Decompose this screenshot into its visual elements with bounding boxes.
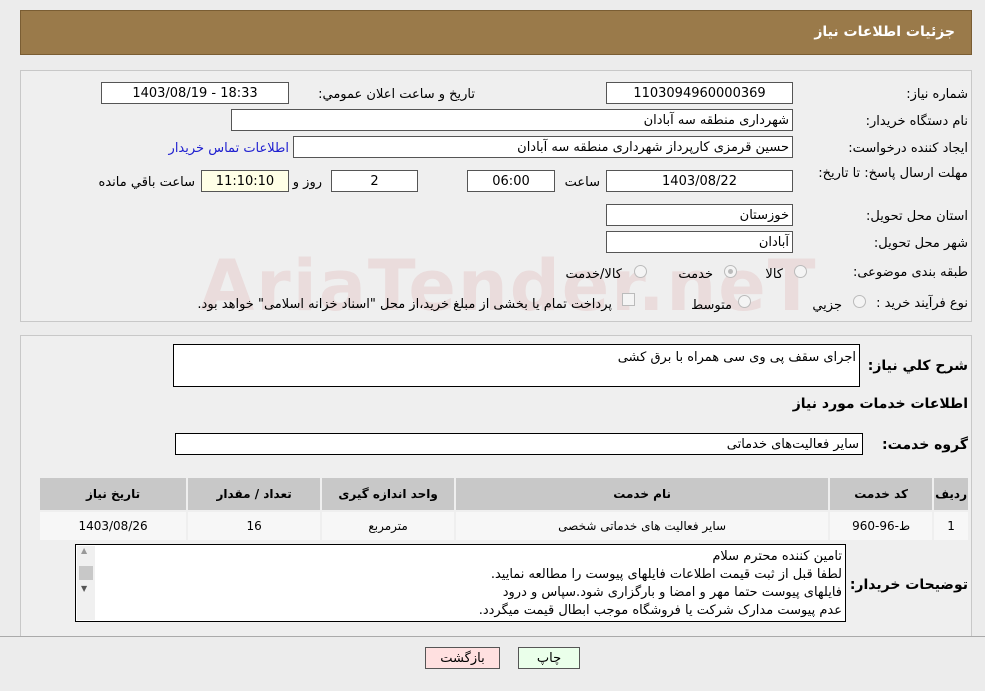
service-group-label: گروه خدمت: bbox=[882, 437, 968, 453]
col-unit: واحد اندازه گیری bbox=[320, 476, 457, 512]
process-radio-partial[interactable] bbox=[853, 295, 866, 308]
time-label: ساعت bbox=[564, 175, 600, 190]
process-radio-medium[interactable] bbox=[738, 295, 751, 308]
buyer-org-field: شهرداری منطقه سه آبادان bbox=[231, 109, 793, 131]
col-need-date: تاریخ نیاز bbox=[37, 476, 189, 512]
category-option-goods-service: کالا/خدمت bbox=[565, 267, 622, 282]
announce-label: تاریخ و ساعت اعلان عمومي: bbox=[318, 87, 475, 102]
cell-service-code: ط-96-960 bbox=[828, 510, 935, 542]
watermark-logo: AriaTender.neT bbox=[200, 245, 818, 327]
back-button[interactable]: بازگشت bbox=[425, 647, 500, 669]
scroll-up-icon[interactable]: ▲ bbox=[81, 546, 87, 555]
cell-quantity: 16 bbox=[186, 510, 323, 542]
need-number-label: شماره نیاز: bbox=[906, 87, 968, 102]
days-field: 2 bbox=[331, 170, 418, 192]
page-title: جزئیات اطلاعات نیاز bbox=[814, 24, 955, 40]
col-row-number: ردیف bbox=[932, 476, 970, 512]
city-label: شهر محل تحویل: bbox=[873, 236, 968, 251]
buyer-contact-link[interactable]: اطلاعات تماس خریدار bbox=[169, 141, 289, 156]
deadline-label: مهلت ارسال پاسخ: تا تاریخ: bbox=[818, 166, 968, 181]
process-note: پرداخت تمام یا بخشی از مبلغ خرید،از محل … bbox=[197, 297, 612, 312]
divider bbox=[0, 636, 985, 637]
province-field: خوزستان bbox=[606, 204, 793, 226]
announce-field: 1403/08/19 - 18:33 bbox=[101, 82, 289, 104]
services-table: ردیف کد خدمت نام خدمت واحد اندازه گیری ت… bbox=[37, 476, 970, 542]
cell-unit: مترمربع bbox=[320, 510, 457, 542]
table-row: 1 ط-96-960 سایر فعالیت های خدماتی شخصی م… bbox=[37, 510, 970, 542]
table-header-row: ردیف کد خدمت نام خدمت واحد اندازه گیری ت… bbox=[37, 476, 970, 512]
col-service-name: نام خدمت bbox=[454, 476, 831, 512]
category-radio-service[interactable] bbox=[724, 265, 737, 278]
summary-label: شرح کلي نیاز: bbox=[867, 358, 968, 374]
cell-need-date: 1403/08/26 bbox=[37, 510, 189, 542]
remaining-time-field: 11:10:10 bbox=[201, 170, 289, 192]
category-option-service: خدمت bbox=[678, 267, 713, 282]
buyer-notes-label: توضیحات خریدار: bbox=[849, 577, 968, 593]
cell-row-number: 1 bbox=[932, 510, 970, 542]
treasury-checkbox[interactable] bbox=[622, 293, 635, 306]
days-label: روز و bbox=[292, 175, 322, 190]
city-field: آبادان bbox=[606, 231, 793, 253]
deadline-date-field: 1403/08/22 bbox=[606, 170, 793, 192]
print-button[interactable]: چاپ bbox=[518, 647, 580, 669]
service-group-field: سایر فعالیت‌های خدماتی bbox=[175, 433, 863, 455]
col-service-code: کد خدمت bbox=[828, 476, 935, 512]
note-line: عدم پیوست مدارک شرکت یا فروشگاه موجب ابط… bbox=[478, 603, 842, 618]
notes-scrollbar[interactable]: ▲ ▼ bbox=[77, 546, 95, 620]
province-label: استان محل تحویل: bbox=[866, 209, 968, 224]
note-line: فایلهای پیوست حتما مهر و امضا و بارگزاری… bbox=[502, 585, 842, 600]
need-number-field: 1103094960000369 bbox=[606, 82, 793, 104]
category-radio-goods[interactable] bbox=[794, 265, 807, 278]
cell-service-name: سایر فعالیت های خدماتی شخصی bbox=[454, 510, 831, 542]
note-line: لطفا قبل از ثبت قیمت اطلاعات فایلهای پیو… bbox=[490, 567, 842, 582]
scroll-down-icon[interactable]: ▼ bbox=[81, 584, 87, 593]
remaining-label: ساعت باقي مانده bbox=[98, 175, 195, 190]
buyer-notes-textarea[interactable]: تامین کننده محترم سلام لطفا قبل از ثبت ق… bbox=[75, 544, 846, 622]
col-quantity: تعداد / مقدار bbox=[186, 476, 323, 512]
buyer-org-label: نام دستگاه خریدار: bbox=[865, 114, 968, 129]
services-title: اطلاعات خدمات مورد نیاز bbox=[792, 396, 968, 412]
scroll-thumb[interactable] bbox=[79, 566, 93, 580]
process-label: نوع فرآیند خرید : bbox=[876, 296, 968, 311]
category-radio-goods-service[interactable] bbox=[634, 265, 647, 278]
summary-textarea[interactable]: اجرای سقف پی وی سی همراه با برق کشی bbox=[173, 344, 860, 387]
process-option-medium: متوسط bbox=[691, 298, 732, 313]
process-option-partial: جزیي bbox=[812, 298, 842, 313]
creator-label: ایجاد کننده درخواست: bbox=[848, 141, 968, 156]
creator-field: حسین قرمزی کارپرداز شهرداری منطقه سه آبا… bbox=[293, 136, 793, 158]
note-line: تامین کننده محترم سلام bbox=[712, 549, 842, 564]
category-option-goods: کالا bbox=[765, 267, 783, 282]
category-label: طبقه بندی موضوعی: bbox=[852, 265, 968, 280]
deadline-time-field: 06:00 bbox=[467, 170, 555, 192]
page-header: جزئیات اطلاعات نیاز bbox=[20, 10, 972, 55]
